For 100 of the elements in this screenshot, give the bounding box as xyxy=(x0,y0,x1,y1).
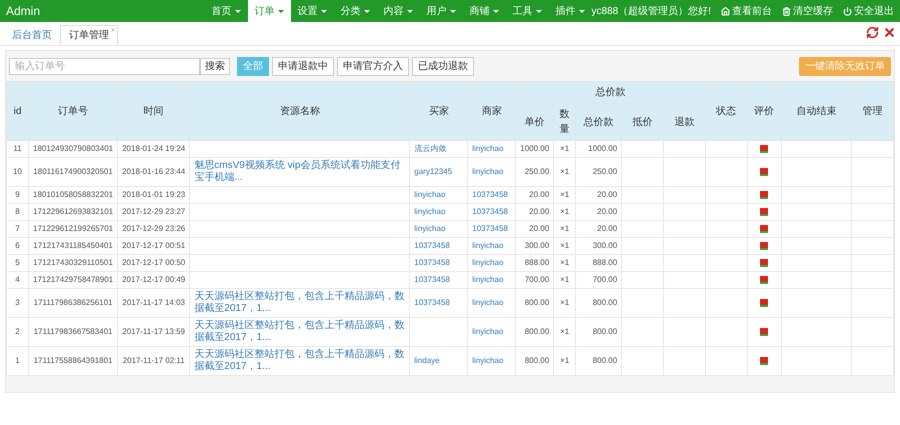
product-link[interactable]: 天天源码社区整站打包，包含上千精品源码，数据截至2017，1... xyxy=(190,346,410,376)
nav-menu-item[interactable]: 设置 xyxy=(290,0,334,22)
brand-logo[interactable]: Admin xyxy=(6,2,175,20)
seller-link[interactable]: 10373458 xyxy=(468,220,516,238)
column-header: 自动结束 xyxy=(781,82,852,140)
seller-link[interactable]: linyichao xyxy=(468,158,516,186)
table-cell: 8 xyxy=(6,204,28,220)
page-tab[interactable]: 订单管理 xyxy=(60,25,118,45)
nav-menu-item[interactable]: 商铺 xyxy=(462,0,506,22)
column-header: 数量 xyxy=(554,104,576,140)
table-cell: 2018-01-16 23:44 xyxy=(118,158,190,186)
filter-button[interactable]: 申请退款中 xyxy=(272,56,334,76)
caret-icon xyxy=(406,10,413,12)
column-header: 总价款 xyxy=(576,104,622,140)
product-link[interactable]: 魅思cmsV9视频系统 vip会员系统试看功能支付宝手机端... xyxy=(190,158,410,186)
top-link[interactable]: 清空缓存 xyxy=(782,4,833,18)
product-link[interactable]: 天天源码社区整站打包，包含上千精品源码，数据截至2017，1... xyxy=(190,318,410,346)
table-cell: ×1 xyxy=(554,158,576,186)
column-header: 评价 xyxy=(747,82,782,140)
table-cell: 4 xyxy=(6,272,28,288)
caret-icon xyxy=(536,10,542,12)
filter-button[interactable]: 已成功退款 xyxy=(412,56,474,76)
caret-icon xyxy=(492,10,499,12)
column-header: 总价款 xyxy=(516,82,706,104)
nav-menu-item[interactable]: 订单 xyxy=(248,0,291,22)
buyer-link[interactable]: linyichao xyxy=(410,186,468,204)
nav-menu-item[interactable]: 内容 xyxy=(376,0,420,22)
seller-link[interactable]: linyichao xyxy=(468,318,516,346)
table-cell: 7 xyxy=(6,220,28,238)
filter-button[interactable]: 申请官方介入 xyxy=(337,56,409,76)
buyer-link[interactable]: 10373458 xyxy=(410,254,468,272)
table-cell: ×1 xyxy=(554,186,576,204)
nav-menu-item[interactable]: 工具 xyxy=(506,0,549,22)
table-cell: ×1 xyxy=(554,204,576,220)
table-cell: 20.00 xyxy=(516,186,554,204)
table-cell: 2 xyxy=(6,318,28,346)
column-header: 退款 xyxy=(663,104,706,140)
table-cell: ×1 xyxy=(554,140,576,158)
table-cell: 2017-11-17 14:03 xyxy=(118,288,190,318)
top-link[interactable]: 查看前台 xyxy=(721,4,772,18)
table-cell: ×1 xyxy=(554,288,576,318)
table-cell: 171117983667583401 xyxy=(28,318,118,346)
table-cell: 800.00 xyxy=(576,288,622,318)
seller-link[interactable]: linyichao xyxy=(468,272,516,288)
buyer-link[interactable]: 10373458 xyxy=(410,238,468,254)
table-cell: ×1 xyxy=(554,238,576,254)
seller-link[interactable]: linyichao xyxy=(468,238,516,254)
table-cell: 171217430329110501 xyxy=(28,254,118,272)
search-field[interactable]: 输入订单号 xyxy=(9,58,200,74)
seller-link[interactable]: linyichao xyxy=(468,254,516,272)
column-header: 买家 xyxy=(410,82,468,140)
table-cell: 700.00 xyxy=(516,272,554,288)
trash-icon xyxy=(782,6,791,16)
table-cell: 888.00 xyxy=(576,254,622,272)
table-cell: 2017-12-29 23:27 xyxy=(118,204,190,220)
nav-menu-item[interactable]: 首页 xyxy=(204,0,248,22)
refresh-icon[interactable] xyxy=(866,26,879,39)
table-cell: 800.00 xyxy=(516,346,554,376)
table-cell: 2018-01-01 19:23 xyxy=(118,186,190,204)
table-cell: ×1 xyxy=(554,346,576,376)
seller-link[interactable]: linyichao xyxy=(468,140,516,158)
caret-icon xyxy=(278,10,284,12)
caret-icon xyxy=(234,10,241,12)
greeting-text: yc888（超级管理员）您好! xyxy=(592,4,711,18)
nav-menu-item[interactable]: 插件 xyxy=(548,0,592,22)
seller-link[interactable]: 10373458 xyxy=(468,186,516,204)
page-tab[interactable]: 后台首页 xyxy=(4,25,60,45)
table-cell: ×1 xyxy=(554,318,576,346)
table-cell: 20.00 xyxy=(576,220,622,238)
buyer-link[interactable]: gary12345 xyxy=(410,158,468,186)
buyer-link[interactable]: linyichao xyxy=(410,220,468,238)
buyer-link[interactable]: 流云内敛 xyxy=(410,140,468,158)
table-cell: 800.00 xyxy=(516,318,554,346)
nav-menu-item[interactable]: 分类 xyxy=(334,0,377,22)
seller-link[interactable]: 10373458 xyxy=(468,204,516,220)
search-button[interactable]: 搜索 xyxy=(200,58,230,74)
buyer-link[interactable]: 10373458 xyxy=(410,272,468,288)
table-cell: 2017-12-17 00:49 xyxy=(118,272,190,288)
top-link[interactable]: 安全退出 xyxy=(843,4,894,18)
product-link[interactable]: 天天源码社区整站打包，包含上千精品源码，数据截至2017，1... xyxy=(190,288,410,318)
table-cell: 20.00 xyxy=(516,204,554,220)
close-icon[interactable] xyxy=(110,27,116,33)
nav-menu-item[interactable]: 用户 xyxy=(420,0,463,22)
column-header: id xyxy=(6,82,28,140)
buyer-link[interactable]: 10373458 xyxy=(410,288,468,318)
table-cell: 171229612199265701 xyxy=(28,220,118,238)
buyer-link[interactable]: lindaye xyxy=(410,346,468,376)
power-icon xyxy=(843,6,852,16)
column-header: 单价 xyxy=(516,104,554,140)
seller-link[interactable]: linyichao xyxy=(468,346,516,376)
close-icon[interactable] xyxy=(883,26,896,39)
caret-icon xyxy=(450,10,456,12)
caret-icon xyxy=(364,10,370,12)
table-cell: 800.00 xyxy=(576,346,622,376)
table-cell: 300.00 xyxy=(576,238,622,254)
column-header: 商家 xyxy=(468,82,516,140)
table-cell: 250.00 xyxy=(516,158,554,186)
column-header: 时间 xyxy=(118,82,190,140)
seller-link[interactable]: linyichao xyxy=(468,288,516,318)
buyer-link[interactable]: linyichao xyxy=(410,204,468,220)
